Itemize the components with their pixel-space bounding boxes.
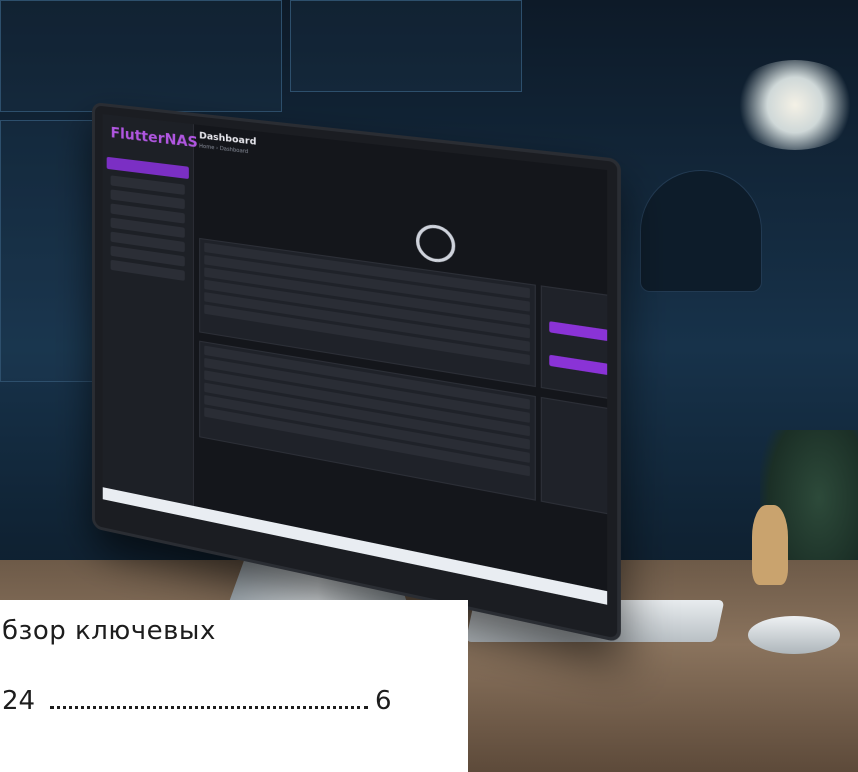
figurine xyxy=(752,505,788,585)
background-window xyxy=(0,0,282,112)
caption-line-1: бзор ключевых xyxy=(2,616,216,646)
page-title: Dashboard xyxy=(199,131,257,148)
page-number: 6 xyxy=(375,686,392,716)
dotted-leader xyxy=(50,706,368,709)
action-button xyxy=(549,354,608,376)
status-panel xyxy=(540,396,608,517)
lamp-light xyxy=(730,60,858,150)
monitor-screen: FlutterNAS Dashboard Home › Dashboard xyxy=(102,114,608,605)
caption-line-2-start: 24 xyxy=(2,686,36,716)
brand-emblem-icon xyxy=(415,222,456,265)
side-panel xyxy=(540,285,608,401)
action-button xyxy=(549,321,608,342)
app-sidebar: FlutterNAS xyxy=(102,114,198,519)
mouse xyxy=(748,616,840,654)
photo-scene: FlutterNAS Dashboard Home › Dashboard бз… xyxy=(0,0,858,772)
desk-lamp xyxy=(640,170,762,292)
background-window xyxy=(290,0,522,92)
caption-box: бзор ключевых 24 6 xyxy=(0,600,468,772)
